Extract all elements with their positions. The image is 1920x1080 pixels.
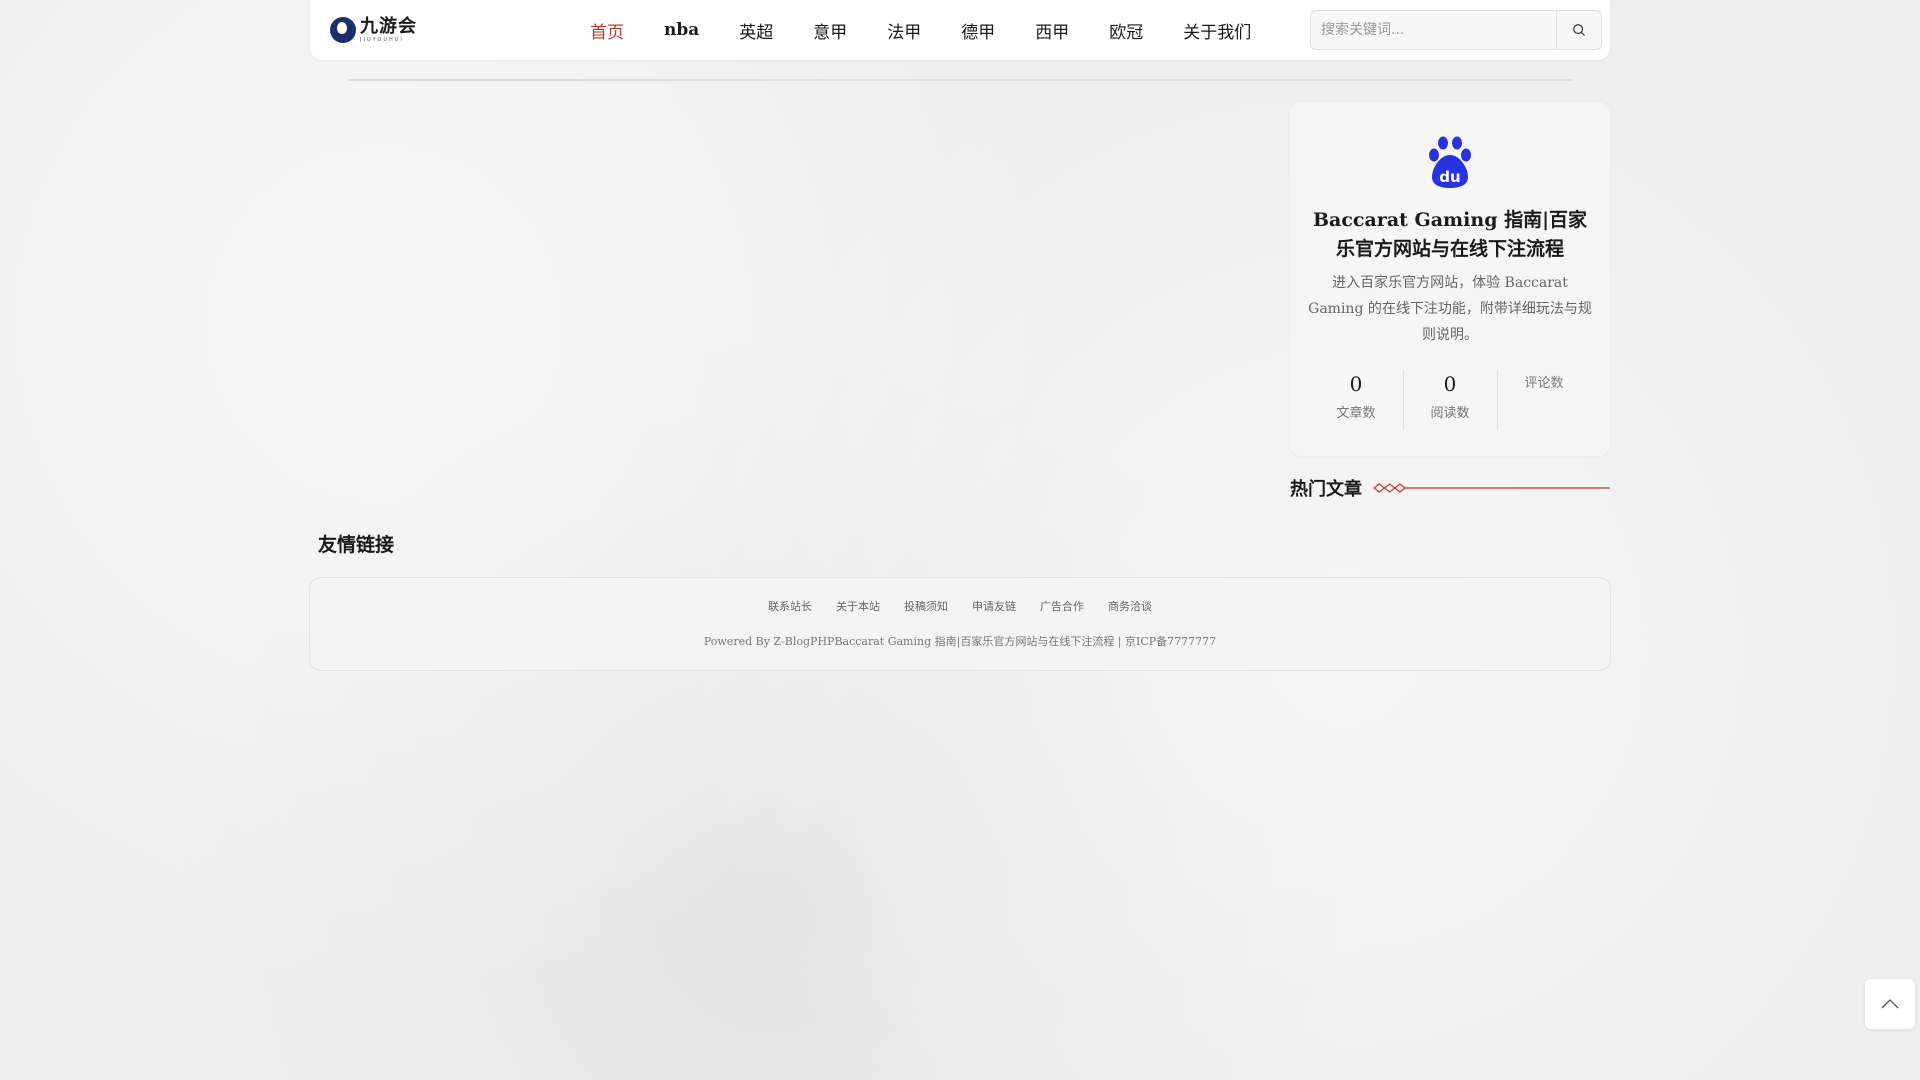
site-footer: 联系站长 关于本站 投稿须知 申请友链 广告合作 商务洽谈 Powered By… [309, 577, 1611, 671]
logo-text: 九游会 JIUYOUHUI [360, 15, 417, 43]
footer-link-advertising[interactable]: 广告合作 [1040, 598, 1084, 614]
stat-label: 文章数 [1336, 406, 1376, 421]
nav-item-champions-league[interactable]: 欧冠 [1109, 18, 1143, 43]
footer-link-apply-link[interactable]: 申请友链 [972, 598, 1016, 614]
back-to-top-button[interactable] [1865, 979, 1915, 1029]
stat-comments: 评论数 [1498, 370, 1591, 430]
nav-item-premier-league[interactable]: 英超 [739, 18, 773, 43]
nav-item-serie-a[interactable]: 意甲 [813, 18, 847, 43]
heading-ornament-icon [1373, 483, 1610, 493]
site-logo[interactable]: 九游会 JIUYOUHUI [330, 14, 417, 46]
search-icon [1573, 24, 1585, 36]
main-nav: 首页 nba 英超 意甲 法甲 德甲 西甲 欧冠 关于我们 [570, 0, 1271, 60]
search-input[interactable] [1311, 11, 1556, 49]
profile-description: 进入百家乐官方网站，体验 Baccarat Gaming 的在线下注功能，附带详… [1308, 275, 1592, 343]
footer-copyright: Powered By Z-BlogPHPBaccarat Gaming 指南|百… [703, 635, 1217, 648]
footer-link-submission[interactable]: 投稿须知 [904, 598, 948, 614]
footer-links: 联系站长 关于本站 投稿须知 申请友链 广告合作 商务洽谈 [310, 598, 1610, 614]
baidu-paw-icon: du [1429, 136, 1471, 188]
footer-link-contact[interactable]: 联系站长 [768, 598, 812, 614]
site-header: 九游会 JIUYOUHUI 首页 nba 英超 意甲 法甲 德甲 西甲 欧冠 关… [310, 0, 1610, 60]
logo-name: 九游会 [360, 15, 417, 37]
search-button[interactable] [1556, 11, 1601, 49]
stat-value: 0 [1443, 372, 1457, 396]
nav-item-bundesliga[interactable]: 德甲 [961, 18, 995, 43]
nav-item-la-liga[interactable]: 西甲 [1035, 18, 1069, 43]
svg-text:du: du [1439, 168, 1460, 186]
footer-link-business[interactable]: 商务洽谈 [1108, 598, 1152, 614]
stat-articles: 0 文章数 [1310, 370, 1404, 430]
header-divider [349, 79, 1573, 81]
logo-subtitle: JIUYOUHUI [360, 36, 404, 43]
stat-label: 评论数 [1524, 376, 1564, 391]
hot-articles-title: 热门文章 [1290, 479, 1362, 500]
site-profile-card: du Baccarat Gaming 指南|百家乐官方网站与在线下注流程 进入百… [1290, 102, 1610, 456]
stat-value: 0 [1349, 372, 1363, 396]
logo-emblem-icon [330, 17, 356, 43]
stat-reads: 0 阅读数 [1404, 370, 1498, 430]
nav-item-home[interactable]: 首页 [590, 18, 624, 43]
nav-item-ligue-1[interactable]: 法甲 [887, 18, 921, 43]
footer-link-about[interactable]: 关于本站 [836, 598, 880, 614]
profile-title: Baccarat Gaming 指南|百家乐官方网站与在线下注流程 [1312, 209, 1588, 260]
search-box [1310, 10, 1602, 50]
chevron-up-icon [1881, 999, 1899, 1009]
nav-item-about-us[interactable]: 关于我们 [1183, 18, 1251, 43]
profile-stats: 0 文章数 0 阅读数 评论数 [1290, 370, 1610, 430]
nav-item-nba[interactable]: nba [664, 20, 699, 40]
hot-articles-heading: 热门文章 [1290, 474, 1610, 502]
friend-links-title: 友情链接 [318, 534, 395, 556]
stat-label: 阅读数 [1430, 406, 1470, 421]
